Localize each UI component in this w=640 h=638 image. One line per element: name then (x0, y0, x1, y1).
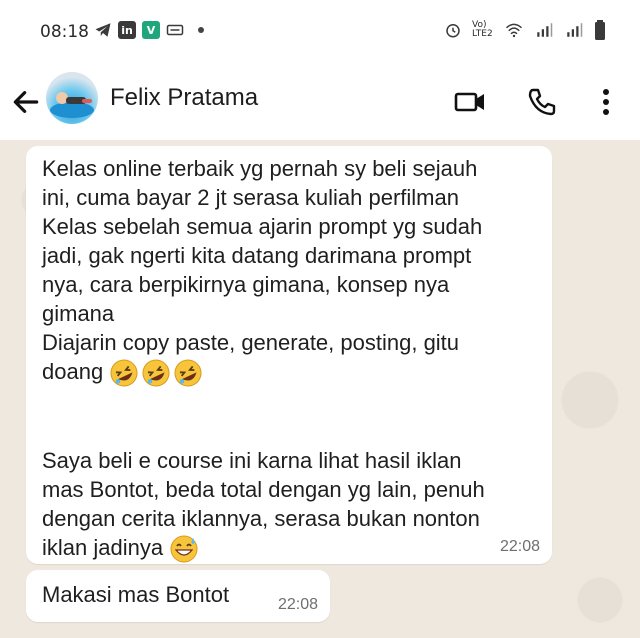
voice-call-icon[interactable] (524, 84, 560, 120)
status-time: 08:18 (40, 22, 89, 42)
message-paragraph-1: Kelas online terbaik yg pernah sy beli s… (42, 156, 483, 384)
telegram-icon (95, 23, 111, 37)
more-options-icon[interactable] (588, 84, 624, 120)
rolling-laughing-emoji (174, 359, 202, 387)
grinning-sweat-emoji (170, 535, 198, 563)
message-bubble[interactable]: Makasi mas Bontot 22:08 (26, 570, 330, 622)
chat-header: Felix Pratama (0, 66, 640, 140)
battery-icon (595, 20, 605, 40)
back-arrow-icon[interactable] (10, 86, 42, 118)
message-timestamp: 22:08 (499, 538, 540, 555)
message-text: Makasi mas Bontot (42, 582, 230, 607)
card-icon (166, 24, 184, 36)
signal-icon-2 (567, 23, 583, 37)
chat-area[interactable]: Kelas online terbaik yg pernah sy beli s… (0, 140, 640, 638)
avatar-photo (50, 92, 94, 118)
status-bar: 08:18 in V Vo) LTE2 (0, 0, 640, 66)
notification-icons: in V (94, 21, 204, 39)
more-notifications-dot (198, 27, 204, 33)
rolling-laughing-emoji (110, 359, 138, 387)
emoji-group (109, 358, 203, 388)
vpn-icon: V (142, 21, 160, 39)
message-paragraph-2: Saya beli e course ini karna lihat hasil… (42, 448, 485, 561)
avatar[interactable] (46, 72, 98, 124)
rolling-laughing-emoji (142, 359, 170, 387)
video-call-icon[interactable] (452, 84, 488, 120)
contact-name[interactable]: Felix Pratama (110, 84, 258, 112)
alarm-icon (446, 24, 460, 38)
system-icons: Vo) LTE2 (444, 20, 606, 40)
lte-indicator: Vo) LTE2 (472, 20, 493, 39)
message-timestamp: 22:08 (277, 596, 318, 613)
message-bubble[interactable]: Kelas online terbaik yg pernah sy beli s… (26, 146, 552, 564)
linkedin-icon: in (118, 21, 136, 39)
wifi-icon (505, 23, 523, 38)
message-text: Kelas online terbaik yg pernah sy beli s… (42, 154, 542, 564)
signal-icon (537, 23, 553, 37)
